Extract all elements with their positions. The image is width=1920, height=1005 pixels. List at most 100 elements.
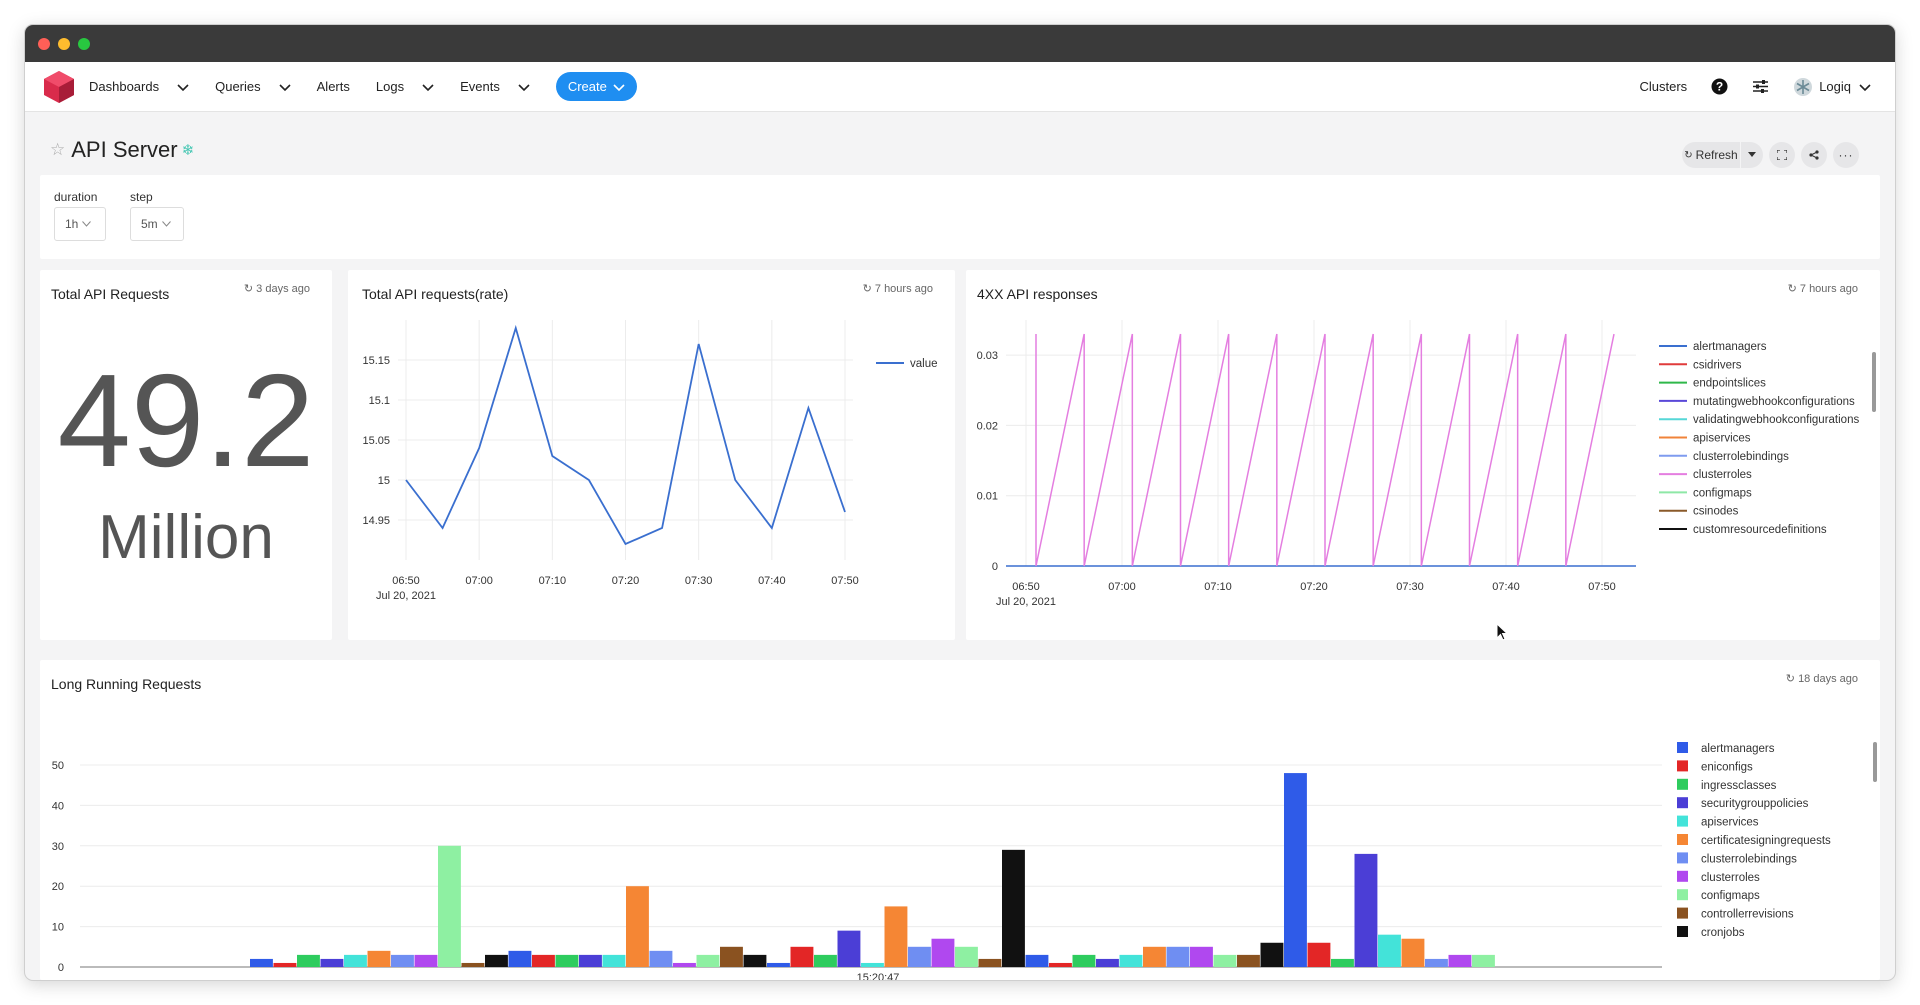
- top-navbar: Dashboards Queries Alerts Logs Events Cr…: [25, 62, 1895, 112]
- legend-swatch: [1677, 926, 1688, 937]
- nav-clusters[interactable]: Clusters: [1640, 79, 1688, 94]
- chevron-down-icon[interactable]: [177, 81, 189, 93]
- sliders-icon: [1753, 80, 1769, 93]
- bar: [1260, 942, 1284, 967]
- legend-label: certificatesigningrequests: [1701, 835, 1831, 847]
- legend-scrollbar[interactable]: [1873, 742, 1877, 782]
- bar: [1354, 853, 1378, 967]
- bar: [1401, 938, 1425, 967]
- legend-label: alertmanagers: [1701, 743, 1775, 755]
- refresh-dropdown-button[interactable]: [1741, 142, 1763, 168]
- bar: [1448, 954, 1472, 967]
- bar: [767, 962, 790, 967]
- legend-swatch: [1677, 760, 1688, 772]
- fullscreen-button[interactable]: [1769, 142, 1795, 168]
- chevron-down-icon: [1859, 83, 1871, 91]
- duration-label: duration: [54, 190, 98, 204]
- nav-logs[interactable]: Logs: [376, 79, 434, 94]
- bar: [1002, 849, 1025, 967]
- share-button[interactable]: [1801, 142, 1827, 168]
- bar: [1143, 946, 1166, 967]
- minimize-window-button[interactable]: [58, 38, 70, 50]
- legend-swatch: [1677, 834, 1688, 845]
- y-tick-label: 0.02: [977, 420, 998, 432]
- x-tick-label: 07:00: [1108, 581, 1136, 593]
- bar: [438, 845, 461, 967]
- nav-logs-label: Logs: [375, 79, 405, 94]
- bar: [602, 954, 626, 967]
- bar: [485, 954, 508, 967]
- refresh-button[interactable]: ↻ Refresh: [1682, 142, 1740, 168]
- chevron-down-icon[interactable]: [422, 81, 434, 93]
- logiq-logo-icon[interactable]: [41, 69, 77, 105]
- bar: [861, 962, 884, 967]
- nav-queries[interactable]: Queries: [215, 79, 291, 94]
- legend-label: apiservices: [1693, 433, 1751, 445]
- refresh-label: Refresh: [1695, 148, 1738, 162]
- legend-swatch: [1677, 742, 1688, 753]
- nav-dashboards[interactable]: Dashboards: [89, 79, 189, 94]
- favorite-star-icon[interactable]: ☆: [50, 140, 65, 160]
- nav-queries-label: Queries: [215, 79, 261, 94]
- x-tick-label: 06:50: [1012, 581, 1040, 593]
- dashboard-toolbar: ↻ Refresh ···: [1676, 142, 1859, 168]
- legend-swatch: [1677, 797, 1688, 809]
- legend-label: customresourcedefinitions: [1693, 524, 1827, 536]
- user-menu[interactable]: Logiq: [1793, 77, 1871, 97]
- bar: [884, 906, 908, 967]
- bar: [908, 946, 931, 967]
- nav-alerts[interactable]: Alerts: [317, 79, 350, 94]
- parameters-panel: duration 1h step 5m: [40, 175, 1880, 259]
- bar: [414, 954, 438, 967]
- legend-label: alertmanagers: [1693, 341, 1767, 353]
- x-tick-label: 07:30: [685, 575, 713, 587]
- browser-window: Dashboards Queries Alerts Logs Events Cr…: [25, 25, 1895, 980]
- create-button-label: Create: [567, 79, 607, 94]
- help-icon: ?: [1711, 78, 1728, 95]
- step-label: step: [130, 190, 153, 204]
- nav-alerts-label: Alerts: [316, 79, 350, 94]
- fullscreen-icon: [1777, 150, 1787, 160]
- bar: [1472, 954, 1495, 967]
- create-button[interactable]: Create: [555, 72, 637, 101]
- page-title: ☆ API Server ❄: [50, 137, 194, 163]
- bar: [297, 954, 320, 967]
- x-tick-label: 07:50: [831, 575, 859, 587]
- close-window-button[interactable]: [38, 38, 50, 50]
- rate-line-chart: 06:50 07:00 07:10 07:20 07:30 07:40 07:50 Jul 2…: [362, 320, 938, 602]
- help-button[interactable]: ?: [1711, 78, 1728, 95]
- legend-label: csidrivers: [1693, 359, 1742, 371]
- x-tick-label: 07:20: [1300, 581, 1328, 593]
- bar: [320, 958, 344, 967]
- y-tick-label: 15.1: [369, 395, 390, 407]
- legend-label: mutatingwebhookconfigurations: [1693, 396, 1855, 408]
- x-sub-label: Jul 20, 2021: [376, 590, 436, 602]
- bar: [1119, 954, 1143, 967]
- bar: [720, 946, 743, 967]
- step-select[interactable]: 5m: [130, 207, 184, 241]
- bar: [1190, 946, 1213, 967]
- chevron-down-icon[interactable]: [279, 81, 291, 93]
- duration-select[interactable]: 1h: [54, 207, 106, 241]
- x-tick-label: 07:00: [465, 575, 493, 587]
- bar: [344, 954, 367, 967]
- bar: [1425, 958, 1448, 967]
- panel-updated-text: 3 days ago: [256, 283, 310, 295]
- bar: [1166, 946, 1190, 967]
- legend-label: eniconfigs: [1701, 761, 1753, 773]
- bar: [626, 886, 649, 967]
- settings-button[interactable]: [1752, 79, 1769, 94]
- more-options-button[interactable]: ···: [1833, 142, 1859, 168]
- legend-swatch: [1677, 889, 1688, 901]
- legend-scrollbar[interactable]: [1872, 352, 1876, 412]
- legend-label: configmaps: [1693, 487, 1752, 499]
- bar: [837, 930, 861, 967]
- maximize-window-button[interactable]: [78, 38, 90, 50]
- 4xx-line-chart: 06:50 07:00 07:10 07:20 07:30 07:40 07:50 Jul 2…: [977, 320, 1859, 608]
- x-tick-label: 07:40: [1492, 581, 1520, 593]
- bar: [673, 962, 696, 967]
- chevron-down-icon[interactable]: [518, 81, 530, 93]
- nav-events[interactable]: Events: [460, 79, 530, 94]
- chevron-down-icon: [613, 83, 625, 91]
- x-tick-label: 07:30: [1396, 581, 1424, 593]
